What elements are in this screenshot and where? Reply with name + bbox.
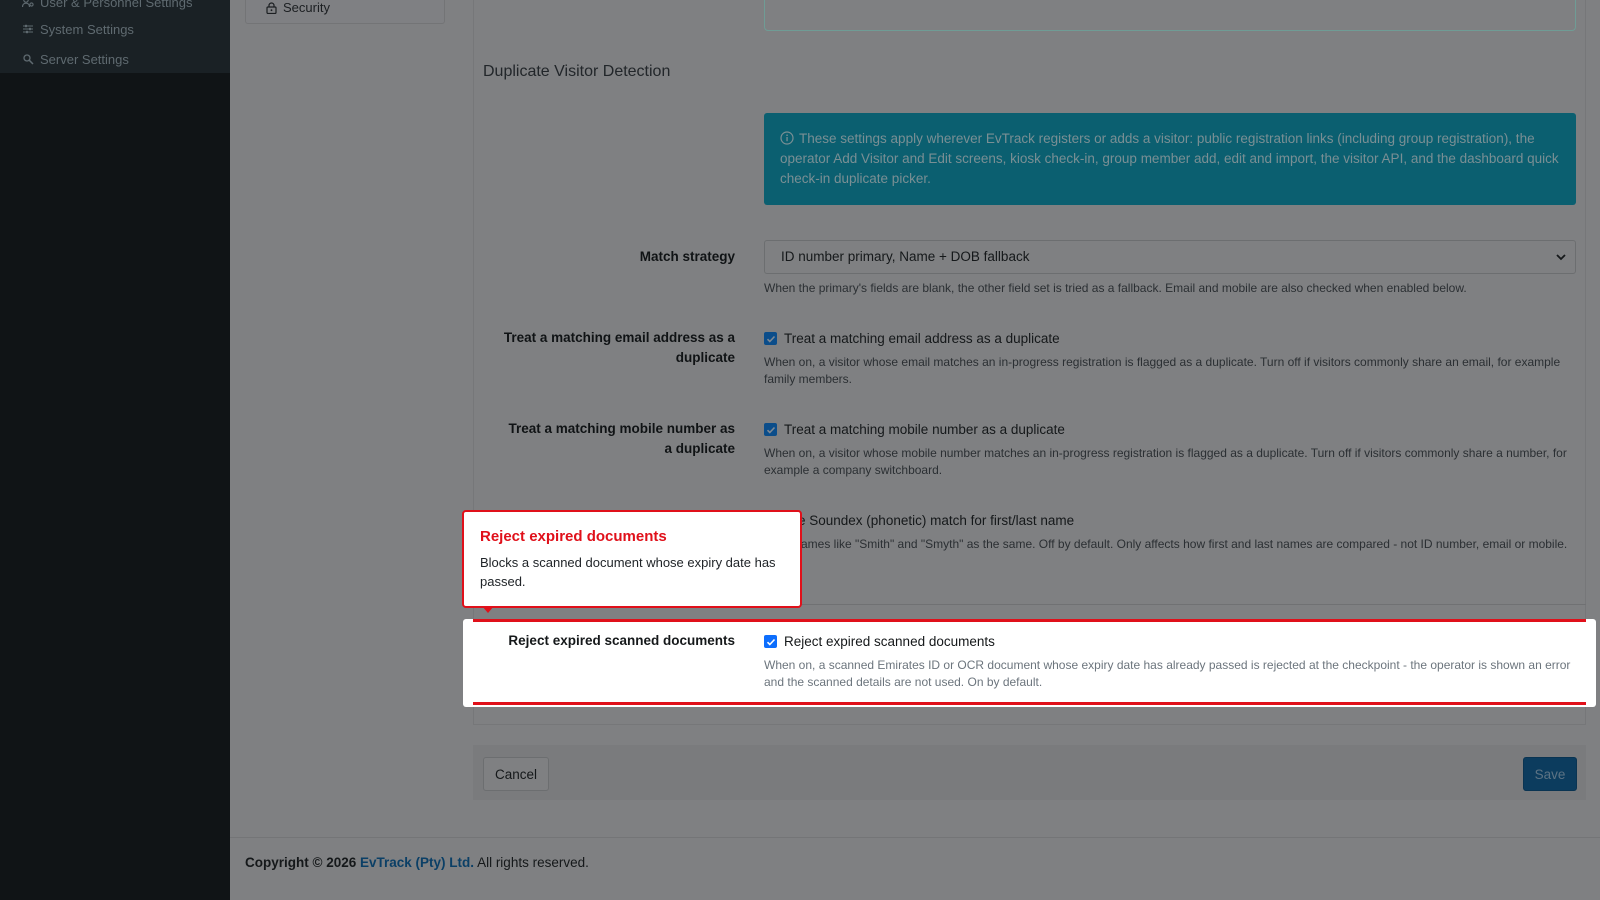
sidebar-item-label: Server Settings xyxy=(40,51,129,67)
sidebar-item-label: System Settings xyxy=(40,21,134,37)
match-strategy-help: When the primary's fields are blank, the… xyxy=(764,281,1467,295)
footer-suffix: All rights reserved. xyxy=(477,855,589,870)
reject-expired-help: When on, a scanned Emirates ID or OCR do… xyxy=(764,658,1571,689)
cancel-button[interactable]: Cancel xyxy=(483,757,549,791)
callout-title: Reject expired documents xyxy=(480,528,667,545)
sliders-icon xyxy=(22,23,34,35)
mobile-duplicate-checkbox[interactable] xyxy=(764,423,777,436)
soundex-help: ames like "Smith" and "Smyth" as the sam… xyxy=(801,537,1568,551)
sidebar-item-system-settings[interactable]: System Settings xyxy=(22,19,134,39)
match-strategy-value: ID number primary, Name + DOB fallback xyxy=(781,249,1030,264)
soundex-label-text: e Soundex (phonetic) match for first/las… xyxy=(798,513,1075,528)
highlight-border-top xyxy=(473,619,1586,622)
lock-icon xyxy=(266,1,277,14)
info-alert-text: These settings apply wherever EvTrack re… xyxy=(780,131,1559,186)
footer-brand-link[interactable]: EvTrack (Pty) Ltd. xyxy=(360,855,474,870)
email-duplicate-checkbox-label: Treat a matching email address as a dupl… xyxy=(784,331,1060,346)
reject-expired-label: Reject expired scanned documents xyxy=(508,633,735,648)
checkmark-icon xyxy=(766,638,775,646)
settings-nav-card: Security xyxy=(245,0,445,24)
sidebar-item-server-settings[interactable]: Server Settings xyxy=(22,49,129,69)
footer-prefix: Copyright © 2026 xyxy=(245,855,357,870)
sidebar: User & Personnel Settings System Setting… xyxy=(0,0,230,900)
reject-expired-checkbox[interactable] xyxy=(764,635,777,648)
mobile-duplicate-checkbox-row[interactable]: Treat a matching mobile number as a dupl… xyxy=(764,422,1065,437)
users-cog-icon xyxy=(22,0,34,8)
sidebar-item-user-personnel-settings[interactable]: User & Personnel Settings xyxy=(22,0,192,12)
reject-expired-checkbox-label: Reject expired scanned documents xyxy=(784,634,995,649)
chevron-down-icon xyxy=(1556,254,1566,261)
mobile-duplicate-help: When on, a visitor whose mobile number m… xyxy=(764,446,1567,477)
callout-body: Blocks a scanned document whose expiry d… xyxy=(480,555,776,589)
email-duplicate-help: When on, a visitor whose email matches a… xyxy=(764,355,1561,386)
previous-textarea[interactable] xyxy=(764,0,1576,31)
email-duplicate-checkbox[interactable] xyxy=(764,332,777,345)
info-alert: These settings apply wherever EvTrack re… xyxy=(764,113,1576,205)
checkmark-icon xyxy=(766,335,775,343)
checkmark-icon xyxy=(766,426,775,434)
match-strategy-select[interactable]: ID number primary, Name + DOB fallback xyxy=(764,240,1576,274)
mobile-duplicate-label: Treat a matching mobile number as a dupl… xyxy=(508,421,735,456)
highlight-border-bottom xyxy=(473,702,1586,705)
server-cog-icon xyxy=(22,53,34,65)
tutorial-callout: Reject expired documents Blocks a scanne… xyxy=(462,510,802,608)
save-button[interactable]: Save xyxy=(1523,757,1577,791)
match-strategy-label: Match strategy xyxy=(639,249,735,264)
settings-nav-item-security[interactable]: Security xyxy=(266,0,330,15)
soundex-checkbox-label: e Soundex (phonetic) match for first/las… xyxy=(798,513,1074,528)
mobile-duplicate-checkbox-label: Treat a matching mobile number as a dupl… xyxy=(784,422,1065,437)
section-title: Duplicate Visitor Detection xyxy=(483,63,671,80)
email-duplicate-label: Treat a matching email address as a dupl… xyxy=(503,330,735,365)
form-actions-bar xyxy=(473,745,1586,800)
sidebar-item-label: User & Personnel Settings xyxy=(40,0,193,10)
info-circle-icon xyxy=(780,131,794,145)
footer-copyright: Copyright © 2026 EvTrack (Pty) Ltd. All … xyxy=(245,855,589,870)
callout-pointer xyxy=(482,606,494,613)
settings-nav-item-label: Security xyxy=(283,0,330,15)
reject-expired-checkbox-row[interactable]: Reject expired scanned documents xyxy=(764,634,995,649)
email-duplicate-checkbox-row[interactable]: Treat a matching email address as a dupl… xyxy=(764,331,1060,346)
